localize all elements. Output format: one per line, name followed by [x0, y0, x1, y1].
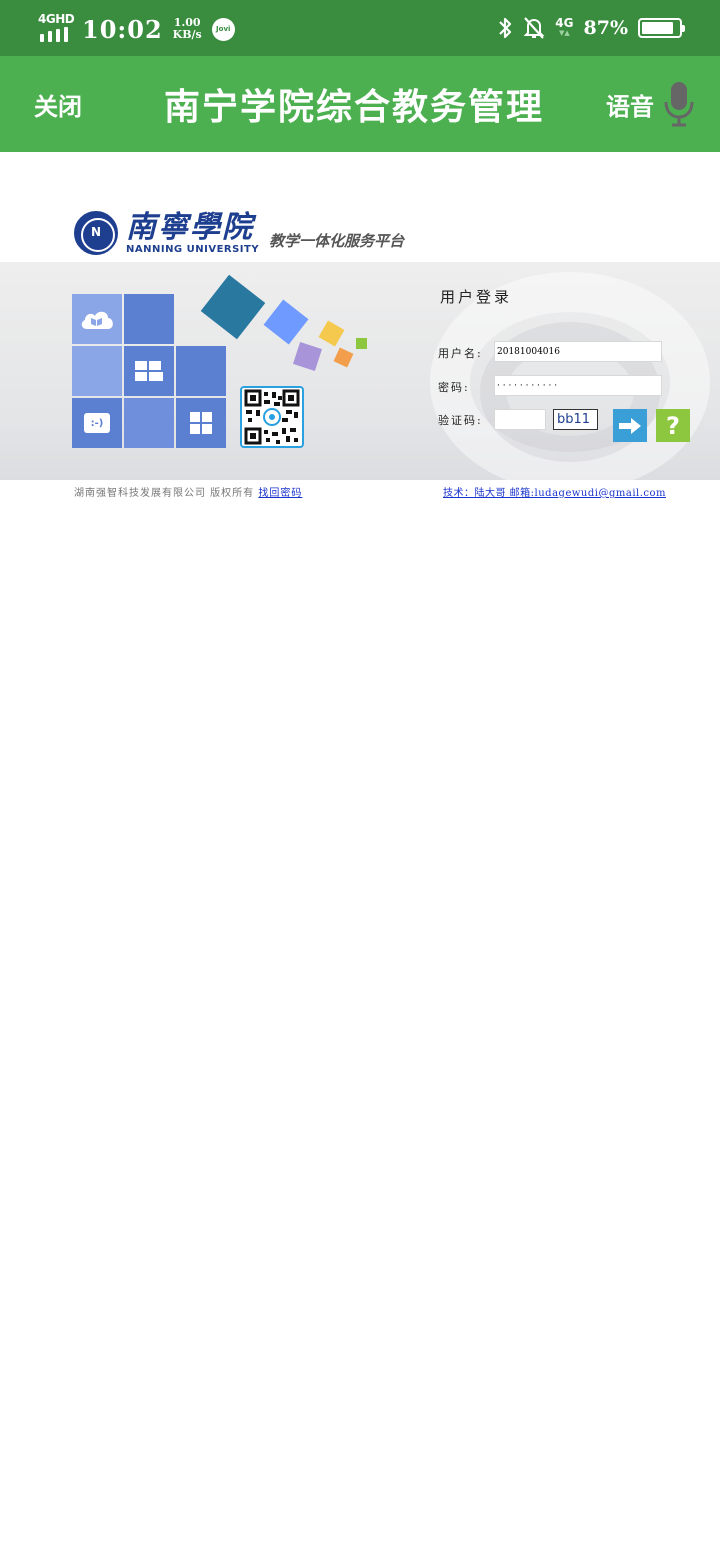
cloud-book-icon	[81, 311, 113, 329]
platform-slogan: 教学一体化服务平台	[269, 231, 405, 250]
battery-icon	[638, 18, 685, 38]
username-input[interactable]: 20181004016	[494, 341, 662, 362]
status-bar: 4GHD 10:02 1.00 KB/s Jovi 4G ▼▲ 87%	[0, 0, 720, 56]
tile-blank-2	[72, 346, 122, 396]
university-emblem-icon: N	[74, 211, 118, 255]
bell-muted-icon	[523, 17, 545, 39]
question-mark-icon: ?	[666, 411, 680, 440]
footer-tech-contact[interactable]: 技术：陆大哥 邮箱:ludagewudi@gmail.com	[443, 484, 666, 499]
decor-square-6	[333, 347, 354, 368]
university-logo: N 南寧學院 NANNING UNIVERSITY 教学一体化服务平台	[74, 210, 404, 256]
app-grid-icon	[135, 361, 163, 381]
university-name-en: NANNING UNIVERSITY	[126, 243, 260, 255]
network-speed: 1.00 KB/s	[172, 16, 202, 41]
captcha-label: 验证码:	[438, 414, 483, 427]
tile-grid	[176, 398, 226, 448]
arrow-right-icon	[619, 417, 641, 434]
network-type: 4GHD	[38, 12, 75, 26]
recover-password-link[interactable]: 找回密码	[258, 488, 302, 499]
decor-square-4	[356, 338, 367, 349]
university-name-cn: 南寧學院	[126, 209, 254, 245]
username-label: 用户名:	[438, 347, 483, 360]
chat-bubble-icon: :-)	[84, 413, 110, 433]
clock: 10:02	[82, 14, 163, 44]
app-header: 关闭 南宁学院综合教务管理 语音	[0, 56, 720, 152]
password-label: 密码:	[438, 381, 470, 394]
footer-copyright: 湖南强智科技发展有限公司 版权所有 找回密码	[74, 488, 303, 499]
login-banner: :-)	[0, 262, 720, 480]
captcha-input[interactable]	[494, 409, 546, 430]
tile-blank-1	[124, 294, 174, 344]
tile-windows	[124, 346, 174, 396]
bluetooth-icon	[499, 17, 512, 39]
decor-square-1	[200, 274, 266, 340]
jovi-icon: Jovi	[211, 17, 235, 41]
close-button[interactable]: 关闭	[34, 56, 82, 152]
grid-icon	[190, 412, 212, 434]
password-input[interactable]: · · · · · · · · · · ·	[494, 375, 662, 396]
tile-chat: :-)	[72, 398, 122, 448]
tile-cloud-book	[72, 294, 122, 344]
login-title: 用户登录	[440, 288, 513, 306]
login-button[interactable]	[613, 409, 647, 442]
status-right: 4G ▼▲ 87%	[497, 12, 685, 44]
voice-label: 语音	[606, 91, 654, 121]
status-left: 4GHD 10:02 1.00 KB/s Jovi	[38, 12, 235, 46]
help-button[interactable]: ?	[656, 409, 690, 442]
tile-blank-3	[176, 346, 226, 396]
decor-square-2	[263, 299, 309, 345]
page-title: 南宁学院综合教务管理	[164, 86, 545, 128]
signal-icon: 4GHD	[38, 12, 75, 44]
microphone-icon	[664, 82, 694, 127]
battery-percent: 87%	[583, 17, 629, 39]
tile-blank-4	[124, 398, 174, 448]
voice-button[interactable]: 语音	[606, 56, 696, 152]
network-4g-icon: 4G ▼▲	[555, 16, 574, 37]
captcha-image[interactable]: bb11	[553, 409, 598, 430]
decor-square-3	[318, 320, 345, 347]
qr-code-icon	[240, 386, 304, 448]
decor-square-5	[293, 342, 322, 371]
